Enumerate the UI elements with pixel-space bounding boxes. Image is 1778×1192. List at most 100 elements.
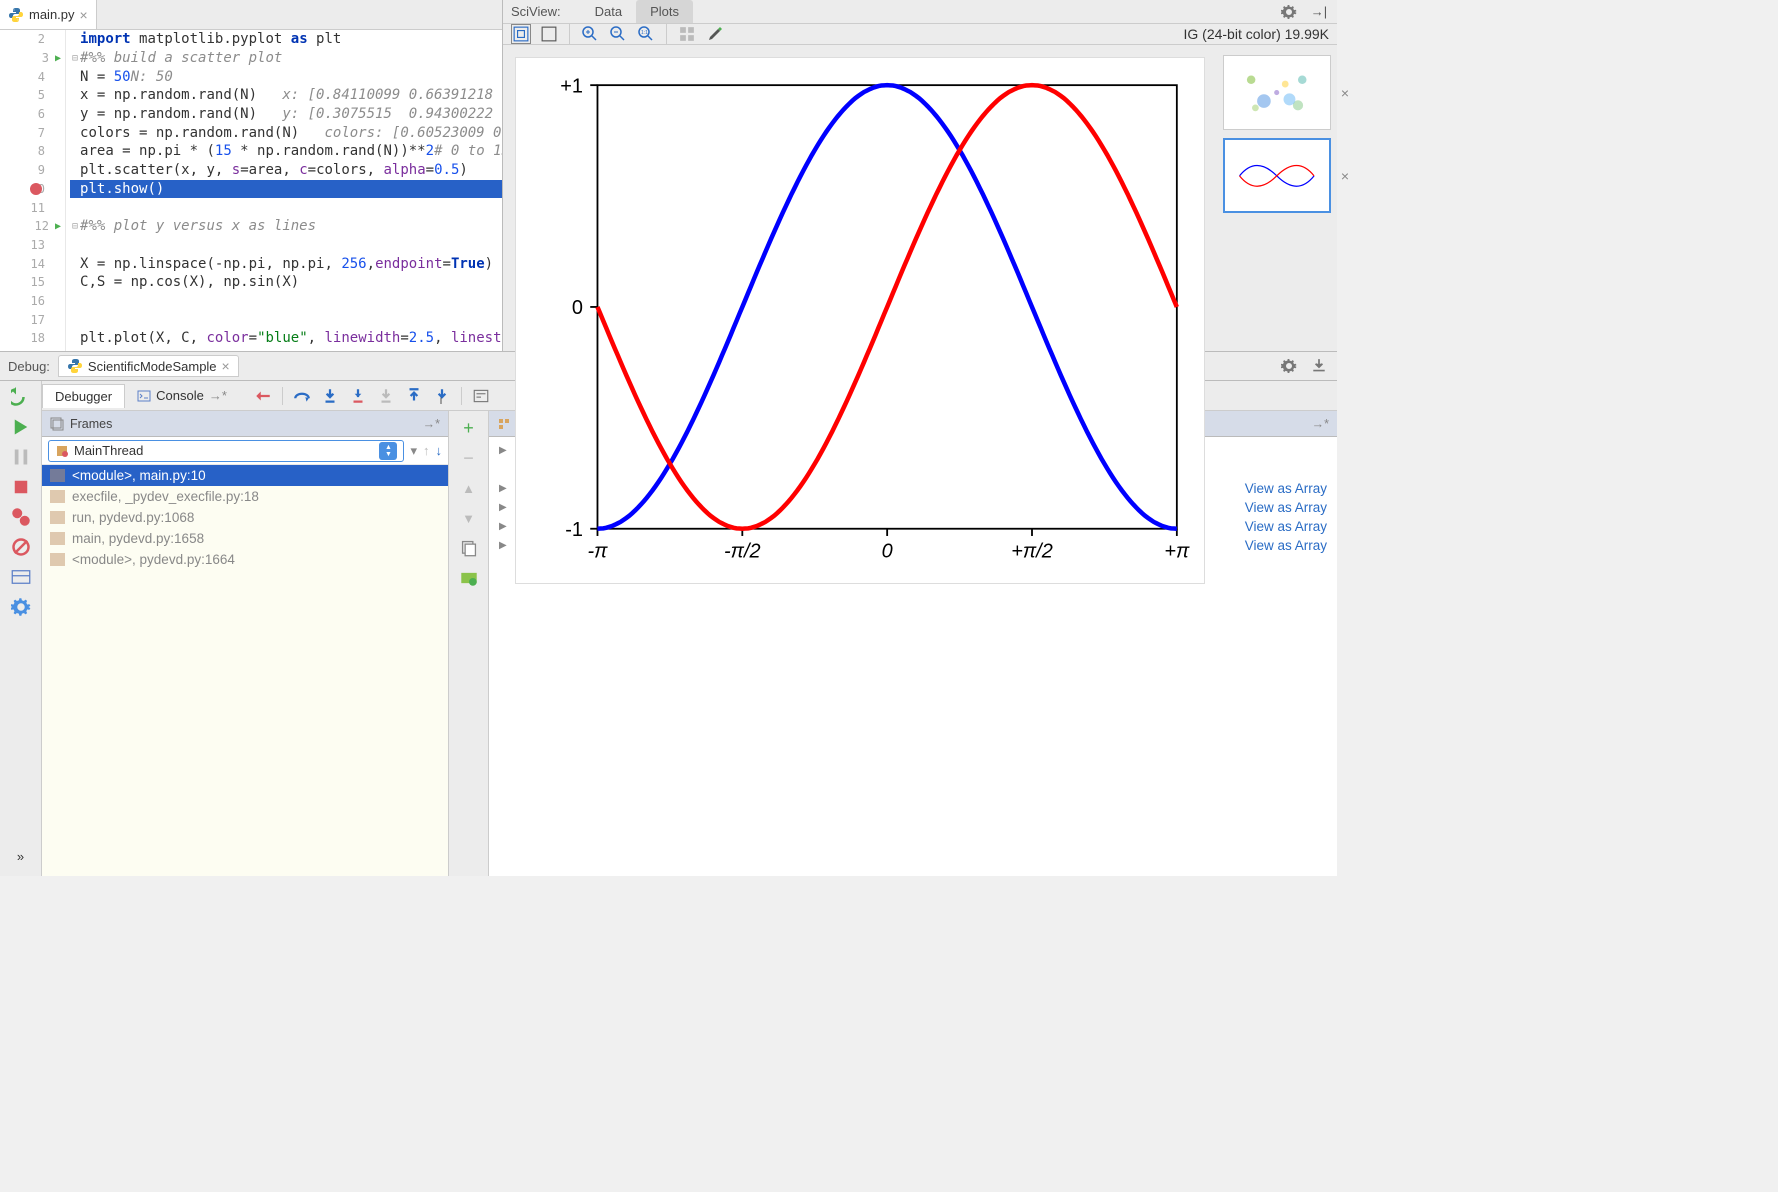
code-line[interactable]: y = np.random.rand(N) y: [0.3075515 0.94… [70, 105, 502, 124]
code-line[interactable]: ⊟#%% plot y versus x as lines [70, 217, 502, 236]
code-body: import matplotlib.pyplot as plt⊟#%% buil… [66, 30, 502, 351]
frame-item[interactable]: main, pydevd.py:1658 [42, 528, 448, 549]
gutter-row[interactable]: 5 [0, 86, 65, 105]
gutter-row[interactable]: 17 [0, 310, 65, 329]
code-line[interactable]: colors = np.random.rand(N) colors: [0.60… [70, 123, 502, 142]
actual-size-icon[interactable] [539, 24, 559, 44]
gutter-row[interactable]: 16 [0, 292, 65, 311]
code-line[interactable]: x = np.random.rand(N) x: [0.84110099 0.6… [70, 86, 502, 105]
run-to-cursor-icon[interactable]: I [433, 387, 451, 405]
frame-up-icon[interactable]: ↑ [423, 443, 430, 458]
run-config-tab[interactable]: ScientificModeSample × [58, 355, 239, 377]
zoom-in-icon[interactable] [580, 24, 600, 44]
frame-item[interactable]: <module>, main.py:10 [42, 465, 448, 486]
thread-selector[interactable]: MainThread ▲▼ [48, 440, 404, 462]
show-watches-icon[interactable] [460, 569, 478, 587]
code-line[interactable] [70, 198, 502, 217]
layout-icon[interactable] [11, 567, 31, 587]
pin-icon[interactable]: →* [423, 417, 440, 431]
view-as-array-link[interactable]: View as Array [1245, 481, 1327, 496]
zoom-1-1-icon[interactable]: 1:1 [636, 24, 656, 44]
view-as-array-link[interactable]: View as Array [1245, 500, 1327, 515]
code-line[interactable]: area = np.pi * (15 * np.random.rand(N))*… [70, 142, 502, 161]
close-icon[interactable]: × [222, 358, 230, 374]
view-as-array-link[interactable]: View as Array [1245, 538, 1327, 553]
gutter-row[interactable]: 3▶ [0, 49, 65, 68]
evaluate-expression-icon[interactable] [472, 387, 490, 405]
variables-toolbar: + − ▲ ▼ [449, 411, 489, 876]
gutter-row[interactable]: 4 [0, 67, 65, 86]
code-line[interactable]: X = np.linspace(-np.pi, np.pi, 256,endpo… [70, 254, 502, 273]
dropdown-icon[interactable]: ▾ [410, 443, 417, 459]
gutter-row[interactable]: 2 [0, 30, 65, 49]
view-breakpoints-icon[interactable] [11, 507, 31, 527]
gutter-row[interactable]: 14 [0, 254, 65, 273]
plot-thumbnail-sine[interactable] [1223, 138, 1331, 213]
breakpoint-marker[interactable] [30, 183, 42, 195]
grid-icon[interactable] [677, 24, 697, 44]
new-watch-icon[interactable]: + [460, 419, 478, 437]
frame-item[interactable]: <module>, pydevd.py:1664 [42, 549, 448, 570]
hide-icon[interactable]: →| [1309, 2, 1329, 22]
step-into-icon[interactable] [321, 387, 339, 405]
sciview-tab-data[interactable]: Data [581, 0, 636, 23]
gear-icon[interactable] [1279, 2, 1299, 22]
gutter-row[interactable]: 7 [0, 123, 65, 142]
resume-icon[interactable] [11, 417, 31, 437]
settings-icon[interactable] [11, 597, 31, 617]
force-step-into-icon[interactable] [377, 387, 395, 405]
plot-main[interactable]: -10+1-π-π/20+π/2+π [515, 57, 1205, 584]
step-out-icon[interactable] [405, 387, 423, 405]
gutter-row[interactable]: 11 [0, 198, 65, 217]
step-into-my-code-icon[interactable] [349, 387, 367, 405]
pause-icon[interactable] [11, 447, 31, 467]
watch-up-icon[interactable]: ▲ [460, 479, 478, 497]
gutter-row[interactable]: 10 [0, 180, 65, 199]
gutter-row[interactable]: 12▶ [0, 217, 65, 236]
gear-icon[interactable] [1279, 356, 1299, 376]
frame-item[interactable]: execfile, _pydev_execfile.py:18 [42, 486, 448, 507]
color-picker-icon[interactable] [705, 24, 725, 44]
debugger-tab[interactable]: Debugger [42, 384, 125, 408]
code-line[interactable]: ⊟#%% build a scatter plot [70, 49, 502, 68]
sciview-tab-plots[interactable]: Plots [636, 0, 693, 23]
code-line[interactable] [70, 292, 502, 311]
view-as-array-link[interactable]: View as Array [1245, 519, 1327, 534]
fit-content-icon[interactable] [511, 24, 531, 44]
svg-text:I: I [440, 395, 443, 404]
plot-thumbnail-scatter[interactable] [1223, 55, 1331, 130]
code-line[interactable]: C,S = np.cos(X), np.sin(X) [70, 273, 502, 292]
gutter-row[interactable]: 18 [0, 329, 65, 348]
pin-icon[interactable]: →* [1312, 417, 1329, 431]
remove-watch-icon[interactable]: − [460, 449, 478, 467]
gutter-row[interactable]: 6 [0, 105, 65, 124]
mute-breakpoints-icon[interactable] [11, 537, 31, 557]
frame-down-icon[interactable]: ↓ [436, 443, 443, 458]
rerun-icon[interactable] [11, 387, 31, 407]
frame-item[interactable]: run, pydevd.py:1068 [42, 507, 448, 528]
stop-icon[interactable] [11, 477, 31, 497]
download-icon[interactable] [1309, 356, 1329, 376]
thumbnail-close-icon[interactable]: × [1341, 168, 1349, 184]
code-line[interactable] [70, 236, 502, 255]
show-execution-point-icon[interactable] [254, 387, 272, 405]
editor-tab-main[interactable]: main.py × [0, 0, 97, 29]
code-line[interactable]: import matplotlib.pyplot as plt [70, 30, 502, 49]
copy-icon[interactable] [460, 539, 478, 557]
close-icon[interactable]: × [80, 7, 88, 23]
zoom-out-icon[interactable] [608, 24, 628, 44]
gutter-row[interactable]: 9 [0, 161, 65, 180]
gutter-row[interactable]: 8 [0, 142, 65, 161]
pin-icon[interactable]: » [11, 846, 31, 866]
step-over-icon[interactable] [293, 387, 311, 405]
console-tab[interactable]: Console →* [125, 384, 239, 407]
code-line[interactable]: plt.show() [70, 180, 502, 199]
watch-down-icon[interactable]: ▼ [460, 509, 478, 527]
code-line[interactable]: plt.plot(X, C, color="blue", linewidth=2… [70, 329, 502, 348]
thumbnail-close-icon[interactable]: × [1341, 85, 1349, 101]
gutter-row[interactable]: 15 [0, 273, 65, 292]
code-line[interactable]: plt.scatter(x, y, s=area, c=colors, alph… [70, 161, 502, 180]
gutter-row[interactable]: 13 [0, 236, 65, 255]
code-line[interactable] [70, 310, 502, 329]
code-line[interactable]: N = 50 N: 50 [70, 67, 502, 86]
